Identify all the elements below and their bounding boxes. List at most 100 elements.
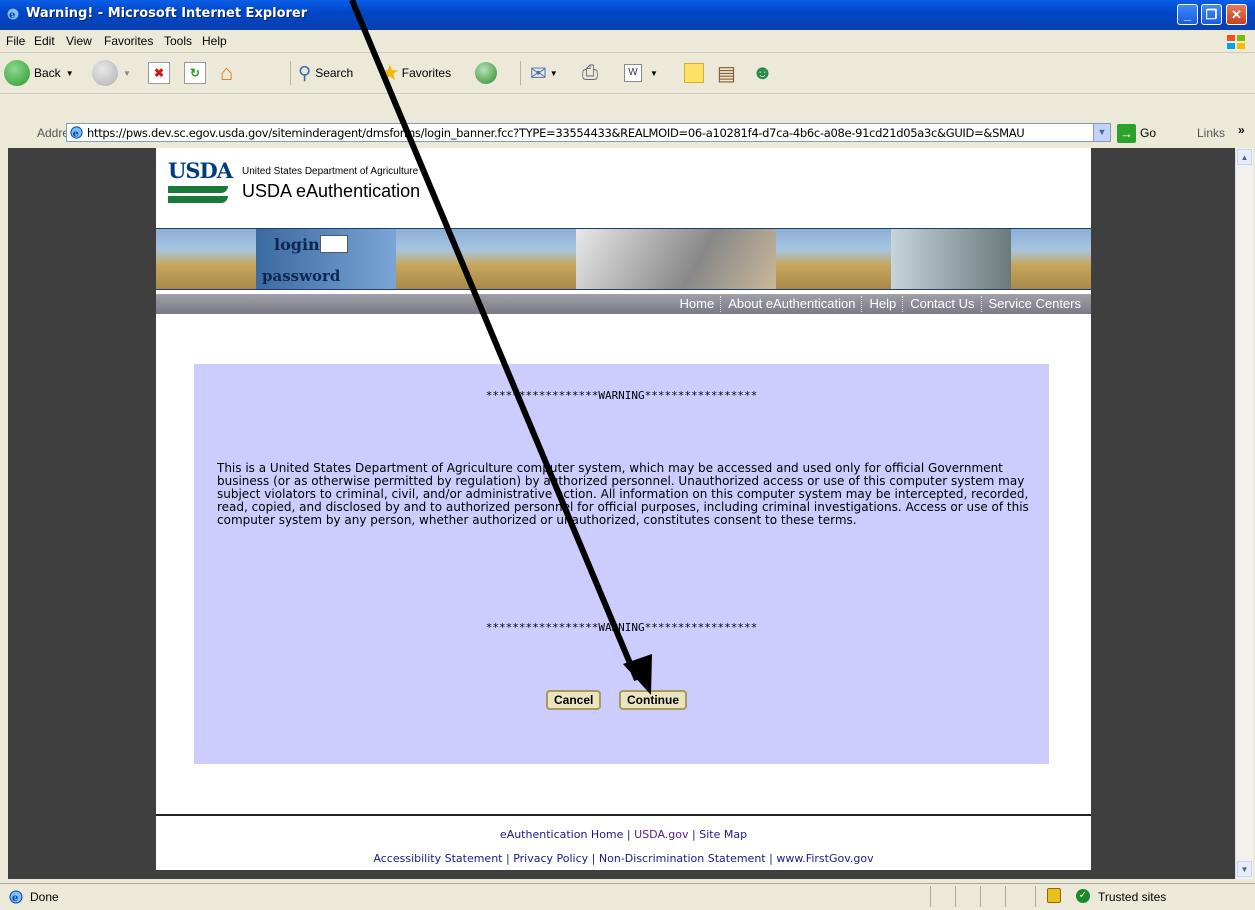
vertical-scrollbar[interactable]: ▲ ▼ (1235, 148, 1253, 879)
menu-tools[interactable]: Tools (164, 34, 192, 48)
browser-viewport: USDA United States Department of Agricul… (8, 148, 1235, 879)
research-icon: ▤ (717, 62, 736, 85)
note-icon (684, 63, 704, 83)
keyboard-hands-photo (576, 229, 776, 289)
lock-icon (1047, 888, 1061, 903)
svg-text:e: e (73, 128, 79, 139)
banner-password-text: password (262, 267, 341, 285)
print-icon: ⎙ (582, 61, 598, 84)
footer-divider (156, 814, 1091, 816)
address-bar: Address e https://pws.dev.sc.egov.usda.g… (0, 121, 1255, 145)
page: USDA United States Department of Agricul… (156, 148, 1091, 870)
nav-contact[interactable]: Contact Us (904, 296, 980, 312)
print-button[interactable]: ⎙ (582, 59, 598, 87)
footer-nondiscrimination-link[interactable]: Non-Discrimination Statement (599, 852, 766, 865)
history-button[interactable] (475, 59, 497, 87)
go-button[interactable]: → Go (1117, 123, 1167, 143)
status-bar: e Done ✓ Trusted sites (0, 883, 1255, 910)
footer-sep: | (505, 852, 510, 865)
menu-view[interactable]: View (66, 34, 92, 48)
menu-file[interactable]: File (6, 34, 25, 48)
footer-eauth-home-link[interactable]: eAuthentication Home (500, 828, 624, 841)
login-graphic: login: password (256, 229, 396, 289)
footer-usda-link[interactable]: USDA.gov (634, 828, 688, 841)
go-arrow-icon: → (1117, 123, 1136, 143)
stop-icon: ✖ (148, 62, 170, 84)
discuss-button[interactable] (684, 59, 704, 87)
stop-button[interactable]: ✖ (148, 59, 170, 87)
links-label[interactable]: Links (1197, 126, 1225, 140)
windows-logo-icon (1227, 35, 1245, 49)
usda-logo-text: USDA (168, 158, 233, 183)
footer-links-row2: Accessibility Statement | Privacy Policy… (156, 852, 1091, 865)
favorites-label: Favorites (401, 66, 452, 80)
security-zone: Trusted sites (1098, 890, 1167, 904)
forward-arrow-icon (92, 60, 118, 86)
links-chevron-icon[interactable]: » (1238, 123, 1245, 137)
mail-icon: ✉ (530, 62, 547, 85)
nav-service-centers[interactable]: Service Centers (983, 296, 1087, 312)
forward-button[interactable]: ▼ (92, 59, 131, 87)
refresh-icon: ↻ (184, 62, 206, 84)
address-input[interactable]: e https://pws.dev.sc.egov.usda.gov/sitem… (66, 123, 1111, 142)
back-label: Back (34, 66, 61, 80)
menu-help[interactable]: Help (202, 34, 227, 48)
edit-button[interactable]: W ▼ (624, 59, 658, 87)
search-icon: ⚲ (298, 62, 312, 83)
address-dropdown-icon[interactable]: ▼ (1093, 124, 1110, 141)
warning-footer: *****************WARNING****************… (485, 621, 758, 634)
research-button[interactable]: ▤ (717, 59, 736, 87)
cancel-button[interactable]: Cancel (546, 690, 602, 710)
home-icon: ⌂ (220, 60, 234, 85)
continue-button[interactable]: Continue (619, 690, 687, 710)
minimize-button[interactable]: _ (1177, 4, 1198, 25)
menu-favorites[interactable]: Favorites (104, 34, 153, 48)
favorites-button[interactable]: ★ Favorites (380, 59, 451, 87)
go-label: Go (1140, 126, 1157, 140)
nav-about[interactable]: About eAuthentication (722, 296, 861, 312)
page-ie-icon: e (70, 126, 83, 139)
address-url: https://pws.dev.sc.egov.usda.gov/sitemin… (87, 126, 1025, 140)
mail-button[interactable]: ✉ ▼ (530, 59, 558, 87)
warning-panel: *****************WARNING****************… (194, 364, 1049, 764)
footer-privacy-link[interactable]: Privacy Policy (513, 852, 588, 865)
scroll-down-icon[interactable]: ▼ (1237, 861, 1252, 877)
footer-firstgov-link[interactable]: www.FirstGov.gov (776, 852, 873, 865)
footer-sitemap-link[interactable]: Site Map (699, 828, 747, 841)
word-icon: W (624, 64, 642, 82)
history-icon (475, 62, 497, 84)
menu-bar: File Edit View Favorites Tools Help (0, 30, 1255, 53)
footer-sep: | (692, 828, 696, 841)
site-header: USDA United States Department of Agricul… (156, 148, 1091, 228)
warning-header: *****************WARNING****************… (485, 389, 758, 402)
back-button[interactable]: Back ▼ (4, 59, 74, 87)
nav-bar: Home About eAuthentication Help Contact … (156, 294, 1091, 314)
maximize-button[interactable]: ❐ (1201, 4, 1222, 25)
favorites-star-icon: ★ (380, 60, 400, 85)
footer-sep: | (769, 852, 773, 865)
warning-text: This is a United States Department of Ag… (217, 461, 1029, 527)
svg-text:e: e (9, 10, 15, 21)
refresh-button[interactable]: ↻ (184, 59, 206, 87)
close-button[interactable]: ✕ (1226, 4, 1247, 25)
footer-accessibility-link[interactable]: Accessibility Statement (373, 852, 502, 865)
scroll-up-icon[interactable]: ▲ (1237, 149, 1252, 165)
home-button[interactable]: ⌂ (220, 59, 233, 87)
ie-icon: e (6, 7, 20, 21)
toolbar: Back ▼ ▼ ✖ ↻ ⌂ ⚲ Search ★ Favorites ✉ ▼ … (0, 53, 1255, 94)
header-banner-image: login: password (156, 228, 1091, 290)
messenger-button[interactable]: ☻ (752, 59, 773, 87)
search-label: Search (315, 66, 354, 80)
search-button[interactable]: ⚲ Search (298, 59, 353, 87)
nav-help[interactable]: Help (863, 296, 902, 312)
trusted-sites-icon: ✓ (1076, 889, 1090, 903)
footer-sep: | (626, 828, 631, 841)
menu-edit[interactable]: Edit (34, 34, 55, 48)
footer-links-row1: eAuthentication Home | USDA.gov | Site M… (156, 828, 1091, 841)
nav-home[interactable]: Home (674, 296, 721, 312)
usda-logo: USDA (168, 158, 233, 203)
svg-text:e: e (12, 893, 18, 904)
site-title: USDA eAuthentication (242, 181, 421, 201)
window-titlebar: e Warning! - Microsoft Internet Explorer… (0, 0, 1255, 30)
messenger-icon: ☻ (752, 61, 774, 84)
